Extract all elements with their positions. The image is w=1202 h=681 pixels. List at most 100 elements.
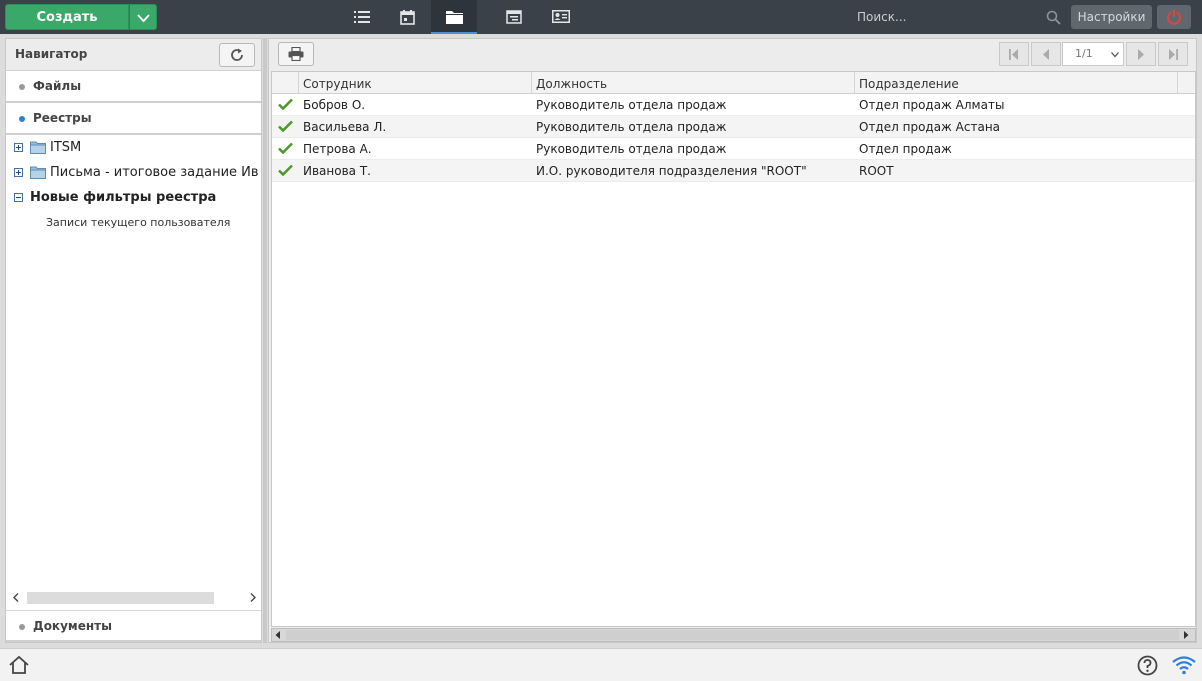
collapse-icon[interactable] — [14, 193, 23, 202]
section-documents-label: Документы — [33, 619, 112, 633]
folder-icon — [30, 141, 46, 154]
employee-cell: Бобров О. — [303, 98, 366, 112]
scroll-left-icon[interactable] — [13, 593, 19, 602]
navigator-title: Навигатор — [15, 47, 88, 61]
column-header-position[interactable]: Должность — [532, 72, 855, 94]
table-row[interactable]: Васильева Л. Руководитель отдела продаж … — [272, 116, 1195, 138]
first-page-button[interactable] — [999, 42, 1029, 66]
chevron-down-icon — [137, 14, 150, 23]
section-files-label: Файлы — [33, 79, 82, 93]
print-icon — [288, 47, 304, 61]
section-documents[interactable]: Документы — [6, 610, 261, 642]
scrollbar-thumb[interactable] — [27, 592, 214, 604]
calendar-icon — [400, 10, 415, 25]
department-cell: Отдел продаж Алматы — [859, 98, 1005, 112]
page-select-value: 1/1 — [1075, 47, 1093, 60]
print-button[interactable] — [278, 42, 314, 66]
search-icon[interactable] — [1046, 10, 1061, 25]
tree-item-label: ITSM — [50, 140, 82, 155]
create-button[interactable]: Создать — [5, 4, 129, 30]
next-page-icon — [1138, 49, 1144, 60]
registry-view: 1/1 Сотрудник Должность Подразделение Бо… — [268, 38, 1197, 643]
list-icon — [354, 11, 370, 23]
wifi-icon — [1172, 656, 1196, 675]
expand-icon[interactable] — [14, 168, 23, 177]
table-row[interactable]: Бобров О. Руководитель отдела продаж Отд… — [272, 94, 1195, 116]
section-files[interactable]: Файлы — [6, 71, 261, 103]
department-cell: ROOT — [859, 164, 894, 178]
tree-item-letters[interactable]: Письма - итоговое задание Ив — [6, 162, 261, 184]
column-header-employee[interactable]: Сотрудник — [299, 72, 532, 94]
expand-icon[interactable] — [14, 143, 23, 152]
table-header: Сотрудник Должность Подразделение — [272, 72, 1195, 94]
settings-button[interactable]: Настройки — [1071, 5, 1152, 29]
tree-subitem-current-user-records[interactable]: Записи текущего пользователя — [46, 216, 230, 229]
folder-icon — [30, 166, 46, 179]
scrollbar-thumb[interactable] — [286, 630, 1179, 640]
logout-button[interactable] — [1157, 5, 1191, 29]
contact-card-icon — [552, 10, 570, 23]
scroll-left-icon[interactable] — [275, 631, 281, 639]
navigator-panel: Навигатор Файлы Реестры ITSM Письма - ит… — [5, 38, 262, 643]
department-cell: Отдел продаж — [859, 142, 952, 156]
top-bar: Создать Поиск... Настройки — [0, 0, 1202, 34]
department-cell: Отдел продаж Астана — [859, 120, 1001, 134]
bottom-bar — [0, 648, 1202, 681]
position-cell: Руководитель отдела продаж — [536, 120, 727, 134]
checkmark-icon — [278, 164, 293, 176]
list-view-button[interactable] — [339, 0, 385, 34]
tree-item-label: Новые фильтры реестра — [30, 190, 217, 205]
document-icon — [506, 10, 522, 24]
column-header-department[interactable]: Подразделение — [855, 72, 1178, 94]
tree-item-itsm[interactable]: ITSM — [6, 137, 261, 159]
folder-icon — [446, 11, 463, 24]
position-cell: Руководитель отдела продаж — [536, 142, 727, 156]
calendar-button[interactable] — [385, 0, 431, 34]
section-registries[interactable]: Реестры — [6, 103, 261, 135]
scroll-right-icon[interactable] — [1183, 631, 1189, 639]
checkmark-icon — [278, 120, 293, 132]
navigator-header: Навигатор — [6, 39, 261, 71]
tree-item-label: Письма - итоговое задание Ив — [50, 165, 259, 180]
previous-page-icon — [1043, 49, 1049, 60]
position-cell: Руководитель отдела продаж — [536, 98, 727, 112]
previous-page-button[interactable] — [1031, 42, 1061, 66]
status-cell — [272, 160, 299, 182]
status-cell — [272, 116, 299, 138]
pager: 1/1 — [999, 42, 1188, 66]
last-page-button[interactable] — [1158, 42, 1188, 66]
table-row[interactable]: Иванова Т. И.О. руководителя подразделен… — [272, 160, 1195, 182]
home-icon[interactable] — [8, 655, 30, 675]
panel-splitter[interactable] — [263, 38, 267, 643]
page-select[interactable]: 1/1 — [1062, 42, 1124, 66]
status-cell — [272, 138, 299, 160]
navigator-horizontal-scrollbar[interactable] — [7, 589, 260, 607]
status-cell — [272, 94, 299, 116]
bullet-icon — [19, 624, 25, 630]
first-page-icon — [1009, 49, 1018, 60]
files-button[interactable] — [431, 0, 477, 34]
table-horizontal-scrollbar[interactable] — [271, 628, 1196, 642]
scroll-right-icon[interactable] — [250, 593, 256, 602]
chevron-down-icon — [1111, 52, 1119, 58]
employee-cell: Петрова А. — [303, 142, 372, 156]
table-row[interactable]: Петрова А. Руководитель отдела продаж От… — [272, 138, 1195, 160]
bullet-icon — [19, 116, 25, 122]
last-page-icon — [1169, 49, 1178, 60]
search-input[interactable] — [850, 4, 1040, 30]
employee-cell: Васильева Л. — [303, 120, 387, 134]
power-icon — [1167, 9, 1181, 25]
next-page-button[interactable] — [1126, 42, 1156, 66]
tree-item-new-filters[interactable]: Новые фильтры реестра — [6, 187, 261, 209]
documents-button[interactable] — [491, 0, 537, 34]
checkmark-icon — [278, 98, 293, 110]
status-column-header[interactable] — [272, 72, 299, 94]
registry-table: Сотрудник Должность Подразделение Бобров… — [271, 71, 1196, 627]
refresh-button[interactable] — [219, 43, 255, 67]
employee-cell: Иванова Т. — [303, 164, 371, 178]
position-cell: И.О. руководителя подразделения "ROOT" — [536, 164, 807, 178]
bullet-icon — [19, 84, 25, 90]
contacts-button[interactable] — [537, 0, 583, 34]
help-icon[interactable] — [1137, 655, 1158, 676]
create-dropdown-button[interactable] — [129, 4, 157, 30]
